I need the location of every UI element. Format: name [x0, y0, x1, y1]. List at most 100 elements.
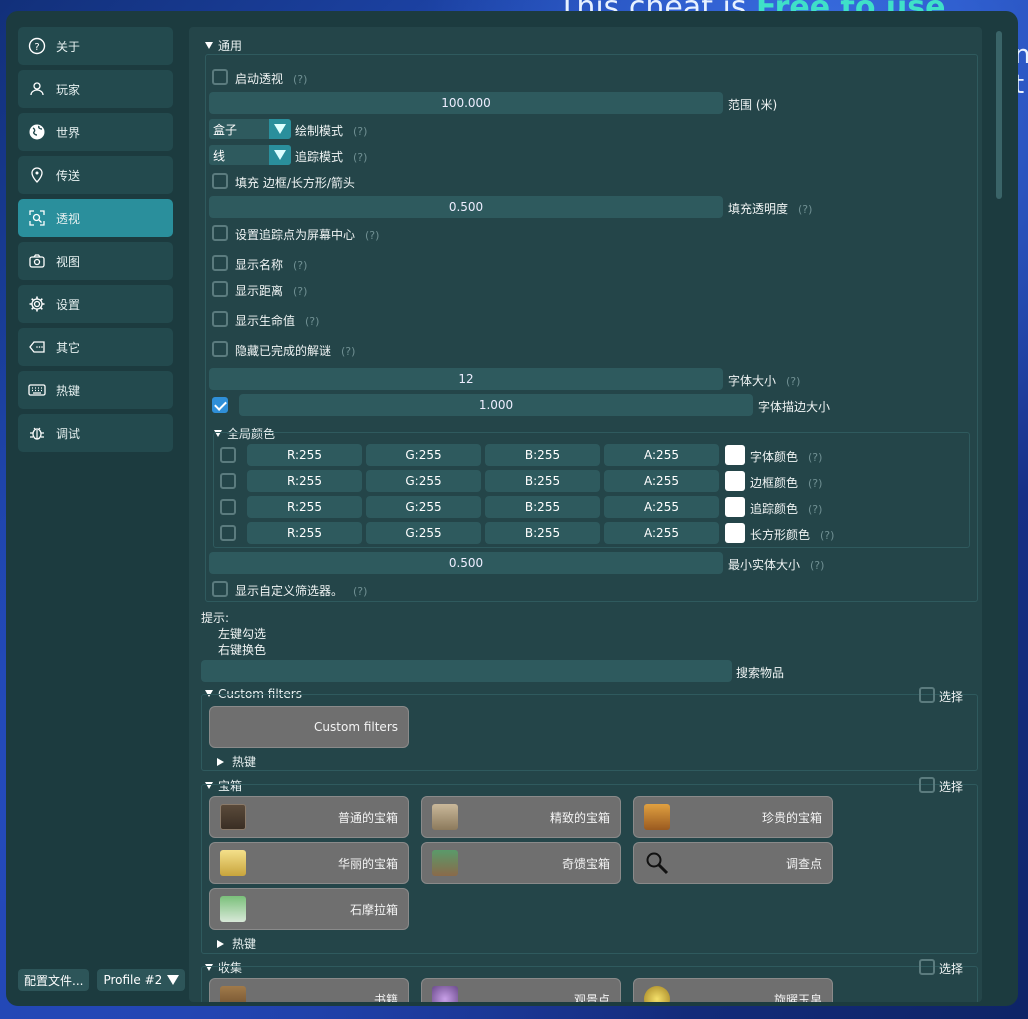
tag-icon	[28, 338, 46, 356]
trace-mode-select[interactable]: 线	[209, 145, 291, 165]
custom-filters-button[interactable]: Custom filters	[209, 706, 409, 748]
geo-chest-button[interactable]: 石摩拉箱	[209, 888, 409, 930]
rect-color-a[interactable]: A:255	[604, 522, 719, 544]
show-hp-checkbox[interactable]	[212, 311, 228, 327]
border-color-checkbox[interactable]	[220, 473, 236, 489]
font-color-label: 字体颜色 (?)	[750, 450, 823, 464]
font-color-a[interactable]: A:255	[604, 444, 719, 466]
sidebar-item-hotkeys[interactable]: 热键	[18, 371, 173, 409]
fill-checkbox[interactable]	[212, 173, 228, 189]
show-custom-filter-checkbox[interactable]	[212, 581, 228, 597]
rect-color-r[interactable]: R:255	[247, 522, 362, 544]
border-color-a[interactable]: A:255	[604, 470, 719, 492]
rect-color-g[interactable]: G:255	[366, 522, 481, 544]
trace-color-b[interactable]: B:255	[485, 496, 600, 518]
font-outline-slider[interactable]: 1.000	[239, 394, 753, 416]
chest-precious-button[interactable]: 珍贵的宝箱	[633, 796, 833, 838]
font-color-r[interactable]: R:255	[247, 444, 362, 466]
viewpoint-icon	[432, 986, 458, 1002]
tips-line-2: 右键换色	[218, 643, 267, 657]
profile-selector[interactable]: Profile #2	[97, 969, 186, 991]
hide-solved-checkbox[interactable]	[212, 341, 228, 357]
range-slider[interactable]: 100.000	[209, 92, 723, 114]
sidebar-item-view[interactable]: 视图	[18, 242, 173, 280]
sidebar-item-other[interactable]: 其它	[18, 328, 173, 366]
sidebar-item-esp[interactable]: 透视	[18, 199, 173, 237]
show-distance-checkbox[interactable]	[212, 281, 228, 297]
magnifier-icon	[644, 850, 670, 876]
fill-label: 填充 边框/长方形/箭头	[235, 176, 355, 190]
chests-select-label: 选择	[939, 780, 964, 794]
scroll-thumb[interactable]	[996, 31, 1002, 199]
globe-icon	[28, 123, 46, 141]
main-scrollbar[interactable]	[993, 29, 1005, 999]
sidebar-item-about[interactable]: ? 关于	[18, 27, 173, 65]
show-name-checkbox[interactable]	[212, 255, 228, 271]
font-color-g[interactable]: G:255	[366, 444, 481, 466]
trace-color-checkbox[interactable]	[220, 499, 236, 515]
font-outline-checkbox[interactable]	[212, 397, 228, 413]
rect-color-checkbox[interactable]	[220, 525, 236, 541]
search-items-input[interactable]	[201, 660, 732, 682]
custom-filters-hotkey-toggle[interactable]: 热键	[217, 753, 256, 770]
rect-color-swatch[interactable]	[725, 523, 745, 543]
font-color-swatch[interactable]	[725, 445, 745, 465]
section-general-header[interactable]: 通用	[205, 37, 242, 54]
chest-common-button[interactable]: 普通的宝箱	[209, 796, 409, 838]
cheat-menu-window: ? 关于 玩家 世界 传送 透视 视图 设置 其它 热键 调试 配置文件... …	[6, 11, 1018, 1006]
camera-icon	[28, 252, 46, 270]
border-color-r[interactable]: R:255	[247, 470, 362, 492]
fill-opacity-label: 填充透明度 (?)	[728, 202, 813, 216]
fill-opacity-slider[interactable]: 0.500	[209, 196, 723, 218]
sidebar-item-label: 热键	[56, 383, 81, 398]
viewpoint-button[interactable]: 观景点	[421, 978, 621, 1002]
sidebar-item-label: 设置	[56, 297, 81, 312]
sidebar-item-label: 传送	[56, 168, 81, 183]
triangle-right-icon	[217, 758, 224, 766]
sidebar-item-label: 世界	[56, 125, 81, 140]
triangle-down-icon	[205, 42, 213, 49]
collect-select-checkbox[interactable]	[919, 959, 935, 975]
draw-mode-select[interactable]: 盒子	[209, 119, 291, 139]
enable-esp-checkbox[interactable]	[212, 69, 228, 85]
config-file-button[interactable]: 配置文件...	[18, 969, 90, 991]
chevron-down-icon	[167, 975, 180, 985]
sidebar-item-player[interactable]: 玩家	[18, 70, 173, 108]
chest-exquisite-button[interactable]: 精致的宝箱	[421, 796, 621, 838]
sidebar-item-debug[interactable]: 调试	[18, 414, 173, 452]
custom-filters-select-checkbox[interactable]	[919, 687, 935, 703]
border-color-g[interactable]: G:255	[366, 470, 481, 492]
tips-title: 提示:	[201, 611, 230, 625]
font-color-b[interactable]: B:255	[485, 444, 600, 466]
trace-mode-label: 追踪模式 (?)	[295, 150, 368, 164]
trace-color-g[interactable]: G:255	[366, 496, 481, 518]
rect-color-label: 长方形颜色 (?)	[750, 528, 835, 542]
trace-color-a[interactable]: A:255	[604, 496, 719, 518]
sidebar-item-world[interactable]: 世界	[18, 113, 173, 151]
chests-hotkey-toggle[interactable]: 热键	[217, 935, 256, 952]
help-icon: (?)	[808, 451, 823, 464]
trace-center-checkbox[interactable]	[212, 225, 228, 241]
min-size-slider[interactable]: 0.500	[209, 552, 723, 574]
border-color-swatch[interactable]	[725, 471, 745, 491]
font-size-slider[interactable]: 12	[209, 368, 723, 390]
chest-remarkable-button[interactable]: 奇馈宝箱	[421, 842, 621, 884]
book-button[interactable]: 书籍	[209, 978, 409, 1002]
font-color-checkbox[interactable]	[220, 447, 236, 463]
chests-select-checkbox[interactable]	[919, 777, 935, 793]
investigation-point-button[interactable]: 调查点	[633, 842, 833, 884]
help-icon: (?)	[810, 559, 825, 572]
help-icon: (?)	[353, 125, 368, 138]
jade-button[interactable]: 旋曜玉帛	[633, 978, 833, 1002]
range-label: 范围 (米)	[728, 98, 778, 112]
help-icon: (?)	[786, 375, 801, 388]
sidebar-item-teleport[interactable]: 传送	[18, 156, 173, 194]
trace-color-swatch[interactable]	[725, 497, 745, 517]
search-items-label: 搜索物品	[736, 666, 785, 680]
sidebar-item-settings[interactable]: 设置	[18, 285, 173, 323]
rect-color-b[interactable]: B:255	[485, 522, 600, 544]
enable-esp-label: 启动透视 (?)	[235, 72, 308, 86]
trace-color-r[interactable]: R:255	[247, 496, 362, 518]
border-color-b[interactable]: B:255	[485, 470, 600, 492]
chest-luxurious-button[interactable]: 华丽的宝箱	[209, 842, 409, 884]
